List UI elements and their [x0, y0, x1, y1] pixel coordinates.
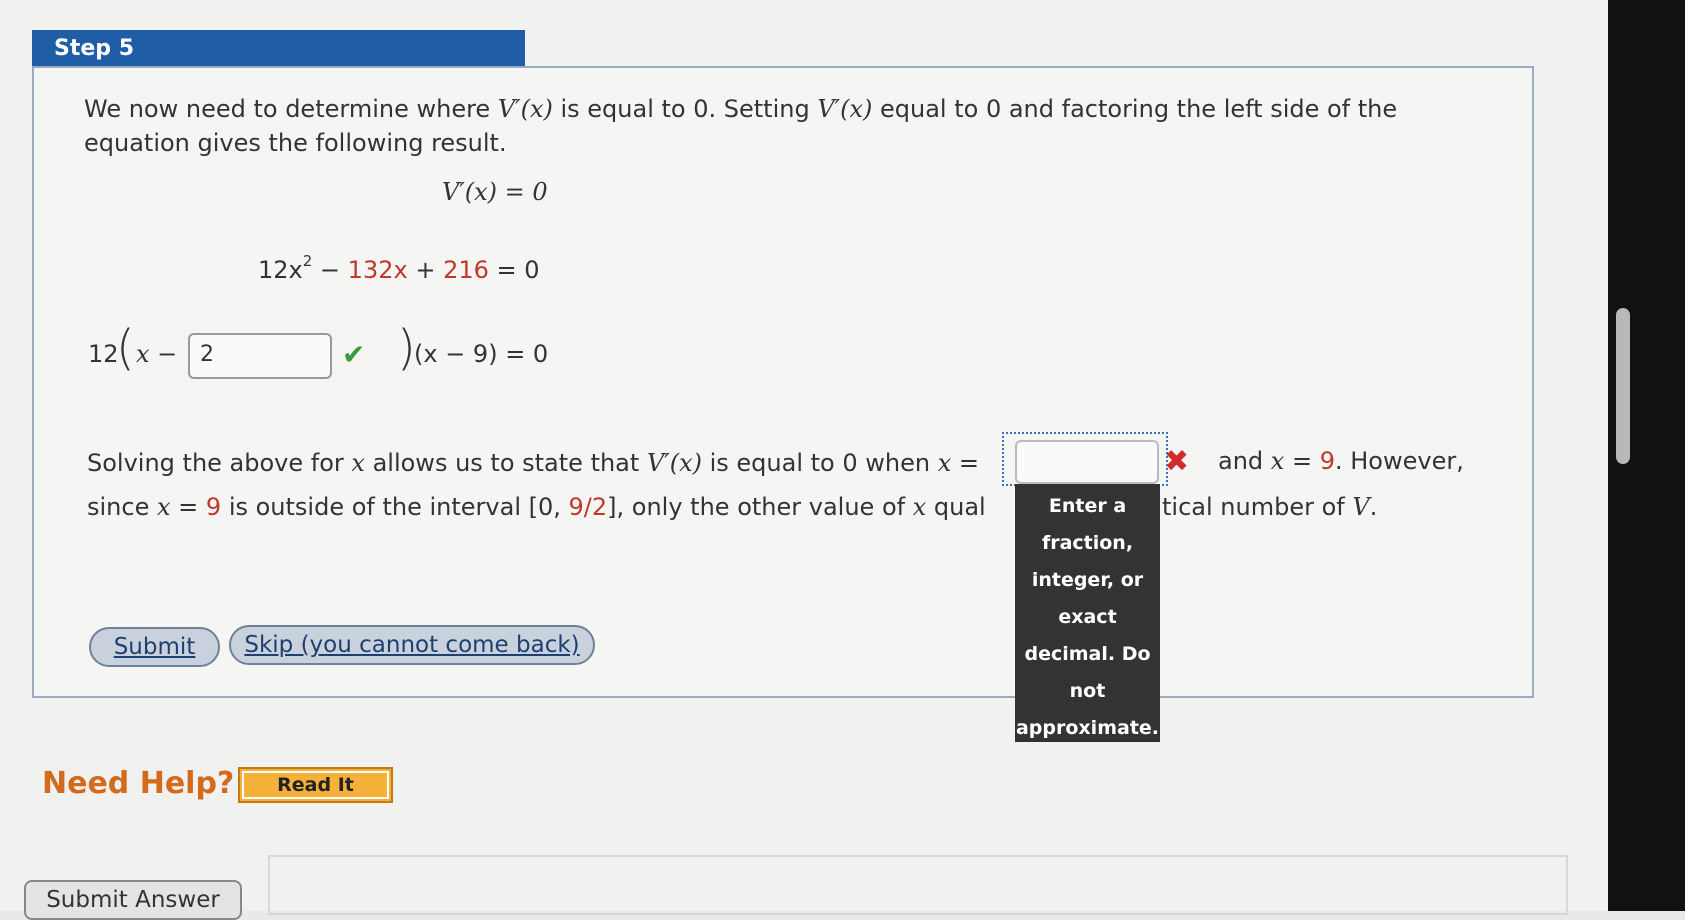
x-var: x — [937, 449, 952, 477]
solve-line-1: Solving the above for x allows us to sta… — [87, 446, 979, 480]
eq3-open-paren: ( — [116, 320, 135, 376]
solve-text: and — [1218, 447, 1271, 475]
nine-value: 9 — [1319, 447, 1335, 475]
tooltip-line: approximate. — [1015, 717, 1160, 739]
skip-button[interactable]: Skip (you cannot come back) — [229, 625, 595, 665]
x-var: x — [156, 493, 171, 521]
equation-1: V′(x) = 0 — [442, 178, 548, 206]
solve-text: is equal to 0 when — [701, 449, 938, 477]
eq2-op: − — [312, 256, 348, 284]
solve-line-2: since x = 9 is outside of the interval [… — [87, 493, 986, 521]
x-var: x — [351, 449, 365, 477]
step-title: Step 5 — [32, 30, 525, 67]
v-var: V — [1352, 493, 1370, 521]
input-hint-tooltip: Enter a fraction, integer, or exact deci… — [1015, 484, 1160, 742]
eq3-remaining-factor: (x − 9) = 0 — [414, 340, 549, 368]
eq2-constant-red: 216 — [443, 256, 489, 284]
tooltip-line: integer, or — [1031, 569, 1144, 591]
bottom-panel — [268, 855, 1568, 915]
vprime-text: V′(x) — [646, 449, 702, 477]
submit-answer-button[interactable]: Submit Answer — [24, 880, 242, 920]
interval-end: 9/2 — [568, 493, 608, 521]
critical-number-input[interactable] — [1015, 440, 1159, 484]
intro-line-1: We now need to determine where V′(x) is … — [84, 92, 1397, 126]
tooltip-line: not — [1069, 680, 1106, 702]
eq3-x-minus: x − — [136, 340, 178, 368]
x-var: x — [1270, 447, 1285, 475]
eq2-term-red: 132x — [347, 256, 408, 284]
solve-text: is outside of the interval [0, — [221, 493, 569, 521]
need-help-label: Need Help? — [42, 766, 235, 801]
intro-text: equal to 0 and factoring the left side o… — [872, 95, 1398, 123]
eq2-exponent: 2 — [302, 252, 313, 270]
solve-text: = — [951, 449, 979, 477]
x-icon: ✖ — [1164, 444, 1190, 479]
factor-root-input[interactable]: 2 — [188, 333, 332, 379]
nine-value: 9 — [205, 493, 222, 521]
vprime-text: V′(x) — [817, 95, 873, 123]
tooltip-line: exact — [1058, 606, 1117, 628]
solve-text: since — [87, 493, 157, 521]
x-var: x — [912, 493, 927, 521]
eq2-op: + — [407, 256, 444, 284]
step-panel — [32, 66, 1534, 698]
eq3-coefficient: 12 — [88, 340, 119, 368]
solve-line-2-end: tical number of V. — [1162, 490, 1377, 524]
intro-text: is equal to 0. Setting — [552, 95, 818, 123]
solve-text: allows us to state that — [364, 449, 647, 477]
check-icon: ✔ — [342, 338, 366, 371]
eq3-close-paren: ) — [397, 320, 416, 376]
eq2-rhs: = 0 — [488, 256, 540, 284]
tooltip-line: Enter a — [1048, 495, 1127, 517]
intro-line-2: equation gives the following result. — [84, 129, 507, 157]
submit-button[interactable]: Submit — [89, 627, 220, 667]
solve-text: ], only the other value of — [607, 493, 913, 521]
solve-text: . However, — [1334, 447, 1464, 475]
solve-text: qual — [926, 493, 986, 521]
scrollbar-thumb[interactable] — [1616, 308, 1630, 464]
tooltip-line: decimal. Do — [1024, 643, 1151, 665]
solve-text: = — [1284, 447, 1320, 475]
intro-text: We now need to determine where — [84, 95, 498, 123]
equation-2: 12x2 − 132x + 216 = 0 — [258, 252, 540, 284]
solve-text: Solving the above for — [87, 449, 352, 477]
equation-1-text: V′(x) = 0 — [442, 178, 548, 206]
solve-line-1-end: and x = 9. However, — [1218, 444, 1464, 478]
solve-text: tical number of — [1162, 493, 1353, 521]
solve-text: . — [1369, 493, 1378, 521]
vprime-text: V′(x) — [497, 95, 553, 123]
read-it-button[interactable]: Read It — [238, 767, 393, 803]
tooltip-line: fraction, — [1041, 532, 1134, 554]
eq2-term: 12x — [258, 256, 303, 284]
